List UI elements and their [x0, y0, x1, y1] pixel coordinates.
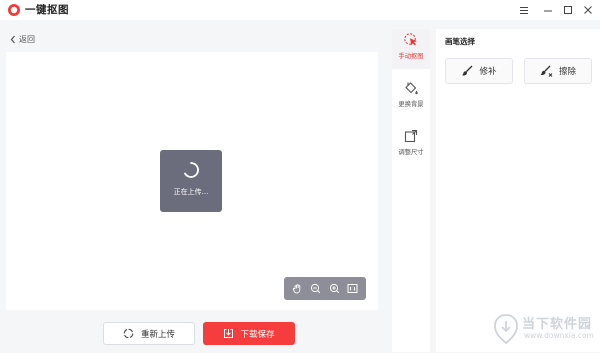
repair-brush-button[interactable]: 修补: [445, 58, 513, 84]
maximize-icon[interactable]: [560, 2, 576, 18]
repair-label: 修补: [479, 67, 497, 77]
download-save-label: 下载保存: [240, 329, 275, 340]
resize-icon: [404, 129, 418, 143]
loading-spinner-icon: [184, 162, 199, 178]
zoom-in-icon[interactable]: [327, 282, 341, 296]
app-title: 一键抠图: [25, 4, 69, 16]
chevron-left-icon: [10, 35, 15, 43]
back-label: 返回: [19, 34, 35, 44]
zoom-toolbar: [284, 277, 366, 300]
reupload-label: 重新上传: [140, 329, 175, 340]
watermark-text-en: www.downxia.com: [524, 331, 594, 340]
actual-size-icon[interactable]: [346, 282, 360, 296]
download-icon: [224, 329, 234, 338]
back-link[interactable]: 返回: [10, 32, 35, 46]
upload-progress-overlay: 正在上传...: [160, 150, 222, 212]
reupload-button[interactable]: 重新上传: [103, 322, 195, 345]
menu-icon[interactable]: [516, 2, 532, 18]
tool-resize[interactable]: 调整尺寸: [392, 125, 430, 165]
cursor-click-icon: [404, 33, 417, 46]
brush-icon: [462, 65, 473, 76]
watermark: 当下软件园 www.downxia.com: [494, 312, 598, 350]
eraser-brush-icon: [540, 65, 553, 77]
panel-title: 画笔选择: [445, 37, 475, 46]
tool-label: 更换背景: [398, 101, 424, 108]
tool-label: 手动抠图: [398, 53, 424, 60]
erase-label: 擦除: [558, 67, 576, 77]
tool-change-background[interactable]: 更换背景: [392, 77, 430, 117]
zoom-out-icon[interactable]: [309, 282, 323, 296]
erase-brush-button[interactable]: 擦除: [524, 58, 592, 84]
tool-manual-cutout[interactable]: 手动抠图: [392, 29, 430, 69]
minimize-icon[interactable]: [540, 2, 556, 18]
title-bar: 一键抠图: [0, 0, 600, 20]
paint-bucket-icon: [405, 82, 418, 95]
watermark-text-cn: 当下软件园: [522, 317, 593, 332]
tool-sidebar: 手动抠图 更换背景 调整尺寸: [392, 29, 430, 352]
upload-status-text: 正在上传...: [173, 188, 209, 196]
app-logo-icon: [8, 4, 20, 16]
refresh-icon: [123, 328, 134, 339]
close-icon[interactable]: [580, 2, 596, 18]
watermark-logo-icon: [494, 314, 518, 344]
download-save-button[interactable]: 下载保存: [203, 322, 295, 345]
hand-icon[interactable]: [290, 282, 304, 296]
brush-panel: 画笔选择 修补 擦除: [436, 29, 600, 352]
tool-label: 调整尺寸: [398, 149, 424, 156]
